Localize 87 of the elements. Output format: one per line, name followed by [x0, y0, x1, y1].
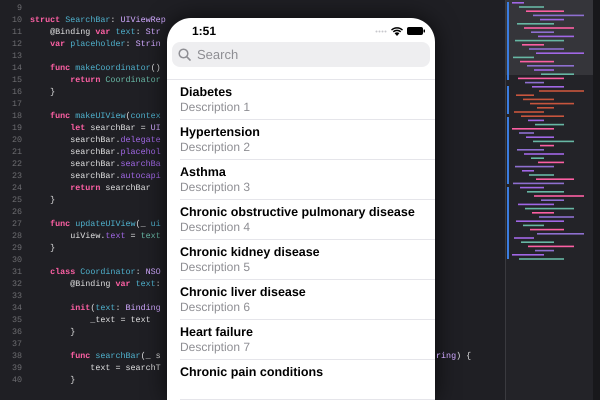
- signal-icon: [375, 30, 387, 32]
- code-line: func searchBar(_ s: [69, 350, 161, 362]
- battery-icon: [407, 27, 425, 35]
- line-number: 15: [10, 74, 22, 86]
- line-number: 27: [10, 218, 22, 230]
- code-line: struct SearchBar: UIViewRep: [30, 14, 166, 26]
- line-number: 14: [10, 62, 22, 74]
- code-line: }: [49, 242, 56, 254]
- code-line: searchBar.delegate: [69, 134, 161, 146]
- code-line: return searchBar: [69, 182, 151, 194]
- row-description: Description 6: [180, 300, 252, 314]
- wifi-icon: [391, 26, 403, 36]
- line-number: 9: [16, 2, 22, 14]
- code-line: }: [69, 326, 76, 338]
- line-number: 28: [10, 230, 22, 242]
- code-line: }: [49, 194, 56, 206]
- code-line: func updateUIView(_ ui: [49, 218, 161, 230]
- line-number: 25: [10, 194, 22, 206]
- code-line: return Coordinator: [69, 74, 161, 86]
- list-row[interactable]: Hypertension Description 2: [180, 120, 435, 160]
- search-icon: [178, 48, 191, 61]
- row-description: Description 5: [180, 260, 252, 274]
- row-title: Chronic liver disease: [180, 285, 307, 300]
- list-row[interactable]: Diabetes Description 1: [180, 80, 435, 120]
- line-number: 19: [10, 122, 22, 134]
- status-time: 1:51: [192, 23, 216, 40]
- code-line: uiView.text = text: [69, 230, 161, 242]
- row-description: Description 2: [180, 140, 252, 154]
- code-line: @Binding var text:: [69, 278, 161, 290]
- list-row[interactable]: Heart failure Description 7: [180, 320, 435, 360]
- code-line: searchBar.autocapi: [69, 170, 161, 182]
- code-line: ring) {: [436, 350, 472, 362]
- line-number: 26: [10, 206, 22, 218]
- line-number: 35: [10, 314, 22, 326]
- row-title: Diabetes: [180, 85, 234, 100]
- line-number: 34: [10, 302, 22, 314]
- line-number: 11: [10, 26, 22, 38]
- line-number: 10: [10, 14, 22, 26]
- line-number: 40: [10, 374, 22, 386]
- line-number: 38: [10, 350, 22, 362]
- line-number: 18: [10, 110, 22, 122]
- line-number: 16: [10, 86, 22, 98]
- list-row[interactable]: Chronic liver disease Description 6: [180, 280, 435, 320]
- list-row[interactable]: Chronic pain conditions: [180, 360, 435, 400]
- row-description: Description 7: [180, 340, 252, 354]
- code-line: }: [49, 86, 56, 98]
- row-title: Asthma: [180, 165, 227, 180]
- line-number: 36: [10, 326, 22, 338]
- line-number: 37: [10, 338, 22, 350]
- line-number: 39: [10, 362, 22, 374]
- line-number: 23: [10, 170, 22, 182]
- line-number: 20: [10, 134, 22, 146]
- code-line: var placeholder: Strin: [49, 38, 161, 50]
- row-description: Description 1: [180, 100, 252, 114]
- line-number: 13: [10, 50, 22, 62]
- code-line: @Binding var text: Str: [49, 26, 161, 38]
- list-row[interactable]: Chronic kidney disease Description 5: [180, 240, 435, 280]
- line-number: 31: [10, 266, 22, 278]
- row-title: Chronic kidney disease: [180, 245, 321, 260]
- code-line: }: [69, 374, 76, 386]
- row-description: Description 3: [180, 180, 252, 194]
- line-number: 12: [10, 38, 22, 50]
- code-line: searchBar.placehol: [69, 146, 161, 158]
- line-number: 24: [10, 182, 22, 194]
- line-number: 22: [10, 158, 22, 170]
- code-line: _text = text: [89, 314, 151, 326]
- code-line: func makeCoordinator(): [49, 62, 161, 74]
- search-field[interactable]: Search: [172, 42, 430, 67]
- code-line: let searchBar = UI: [69, 122, 161, 134]
- row-title: Chronic obstructive pulmonary disease: [180, 205, 416, 220]
- row-title: Chronic pain conditions: [180, 365, 324, 380]
- row-description: Description 4: [180, 220, 252, 234]
- line-number: 30: [10, 254, 22, 266]
- row-title: Heart failure: [180, 325, 254, 340]
- code-line: text = searchT: [89, 362, 161, 374]
- line-number: 17: [10, 98, 22, 110]
- line-number: 33: [10, 290, 22, 302]
- code-line: searchBar.searchBa: [69, 158, 161, 170]
- row-title: Hypertension: [180, 125, 261, 140]
- list-row[interactable]: Chronic obstructive pulmonary disease Description 4: [180, 200, 435, 240]
- list-row[interactable]: Asthma Description 3: [180, 160, 435, 200]
- line-number: 21: [10, 146, 22, 158]
- code-line: init(text: Binding: [69, 302, 161, 314]
- code-line: func makeUIView(contex: [49, 110, 161, 122]
- line-number: 32: [10, 278, 22, 290]
- line-number: 29: [10, 242, 22, 254]
- code-line: class Coordinator: NSO: [49, 266, 161, 278]
